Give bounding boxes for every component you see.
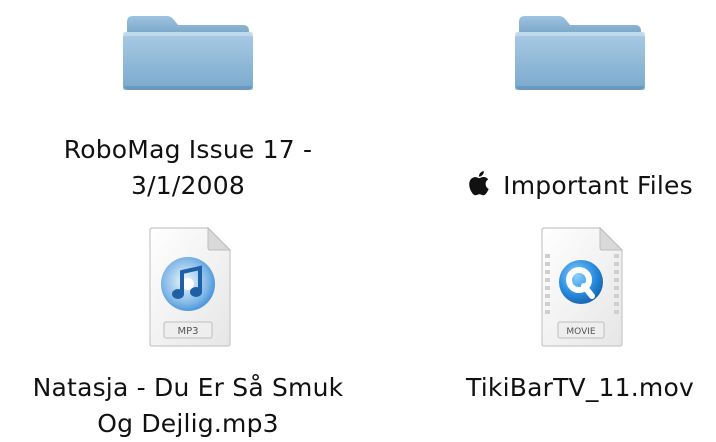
folder-icon: [515, 16, 645, 90]
item-name-row: Important Files: [400, 132, 716, 204]
folder-item-robomag[interactable]: RoboMag Issue 17 - 3/1/2008: [8, 0, 368, 215]
apple-icon: [469, 171, 489, 196]
file-type-badge: MOVIE: [566, 327, 596, 337]
folder-item-important-files[interactable]: Important Files: [400, 0, 716, 215]
mp3-file-icon: MP3: [149, 226, 232, 347]
folder-icon: [123, 16, 253, 90]
file-item-mp3[interactable]: MP3 Natasja - Du Er Så Smuk Og Dejlig.mp…: [8, 218, 368, 438]
movie-file-icon: MOVIE: [541, 226, 624, 347]
item-name: Natasja - Du Er Så Smuk Og Dejlig.mp3: [32, 373, 344, 438]
item-name: RoboMag Issue 17 - 3/1/2008: [63, 135, 313, 200]
finder-icon-view: RoboMag Issue 17 - 3/1/2008 Important Fi…: [0, 0, 716, 438]
file-type-badge: MP3: [177, 326, 198, 337]
item-name: Important Files: [503, 171, 693, 200]
item-name: TikiBarTV_11.mov: [466, 373, 694, 402]
file-item-mov[interactable]: MOVIE TikiBarTV_11.mov: [400, 218, 716, 437]
